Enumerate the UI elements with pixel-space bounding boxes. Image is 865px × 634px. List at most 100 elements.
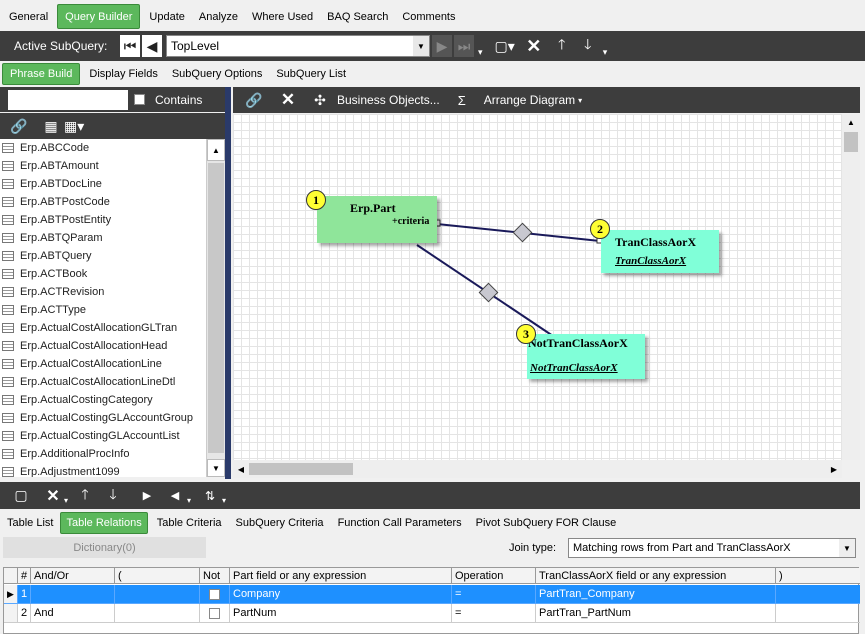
chevron-down-icon[interactable]: ▾ bbox=[222, 496, 226, 505]
cell-open-paren[interactable] bbox=[115, 585, 200, 604]
cell-operation[interactable]: = bbox=[452, 585, 536, 604]
list-item[interactable]: Erp.ACTBook bbox=[0, 265, 206, 283]
list-item[interactable]: Erp.ABTDocLine bbox=[0, 175, 206, 193]
tab-where-used[interactable]: Where Used bbox=[245, 4, 320, 29]
list-item[interactable]: Erp.ActualCostAllocationHead bbox=[0, 337, 206, 355]
link-tables-icon[interactable]: 🔗 bbox=[245, 88, 263, 112]
indent-left-icon[interactable]: ◀ bbox=[166, 484, 184, 508]
list-item[interactable]: Erp.Adjustment1099 bbox=[0, 463, 206, 477]
new-subquery-icon[interactable]: ▢▾ bbox=[495, 34, 515, 58]
tab-display-fields[interactable]: Display Fields bbox=[82, 63, 164, 85]
delete-relation-icon[interactable]: ✕ bbox=[44, 484, 62, 508]
toolbar-overflow-icon-2[interactable]: ▾ bbox=[603, 47, 608, 58]
tab-analyze[interactable]: Analyze bbox=[192, 4, 245, 29]
arrange-diagram-button[interactable]: Arrange Diagram bbox=[484, 93, 575, 107]
tab-subquery-list[interactable]: SubQuery List bbox=[269, 63, 353, 85]
list-item[interactable]: Erp.ActualCostAllocationGLTran bbox=[0, 319, 206, 337]
column-header-and-or[interactable]: And/Or bbox=[31, 568, 115, 584]
dictionary-button[interactable]: Dictionary(0) bbox=[3, 537, 206, 558]
not-checkbox[interactable] bbox=[209, 588, 220, 600]
list-item[interactable]: Erp.ABTPostCode bbox=[0, 193, 206, 211]
scroll-thumb[interactable] bbox=[844, 132, 858, 152]
chevron-down-icon[interactable]: ▾ bbox=[187, 496, 191, 505]
cell-and-or[interactable]: And bbox=[31, 604, 115, 623]
cell-target-field[interactable]: PartTran_PartNum bbox=[536, 604, 776, 623]
tab-subquery-criteria[interactable]: SubQuery Criteria bbox=[229, 512, 331, 534]
move-up-icon[interactable]: 🡑 bbox=[553, 34, 571, 58]
column-header-num[interactable]: # bbox=[18, 568, 31, 584]
subquery-select[interactable]: TopLevel ▼ bbox=[166, 35, 430, 57]
tab-comments[interactable]: Comments bbox=[395, 4, 462, 29]
cell-target-field[interactable]: PartTran_Company bbox=[536, 585, 776, 604]
scroll-thumb[interactable] bbox=[208, 163, 224, 453]
list-item[interactable]: Erp.ActualCostAllocationLineDtl bbox=[0, 373, 206, 391]
list-item[interactable]: Erp.ActualCostAllocationLine bbox=[0, 355, 206, 373]
not-checkbox[interactable] bbox=[209, 607, 220, 619]
move-up-icon[interactable]: 🡑 bbox=[76, 484, 94, 508]
list-item[interactable]: Erp.ABTAmount bbox=[0, 157, 206, 175]
column-header-operation[interactable]: Operation bbox=[452, 568, 536, 584]
list-item[interactable]: Erp.ActualCostingCategory bbox=[0, 391, 206, 409]
contains-checkbox[interactable] bbox=[134, 94, 145, 105]
tab-update[interactable]: Update bbox=[142, 4, 191, 29]
toolbar-overflow-icon[interactable]: ▾ bbox=[478, 47, 483, 58]
list-item[interactable]: Erp.ACTRevision bbox=[0, 283, 206, 301]
tab-table-relations[interactable]: Table Relations bbox=[60, 512, 148, 534]
cell-not[interactable] bbox=[200, 604, 230, 623]
sort-icon[interactable]: ⇅ bbox=[201, 484, 219, 508]
tab-phrase-build[interactable]: Phrase Build bbox=[2, 63, 81, 85]
tab-table-list[interactable]: Table List bbox=[2, 512, 58, 534]
cell-open-paren[interactable] bbox=[115, 604, 200, 623]
cell-and-or[interactable] bbox=[31, 585, 115, 604]
relation-diamond-1[interactable] bbox=[512, 222, 533, 243]
node-tranclassaorx[interactable]: TranClassAorX TranClassAorX bbox=[601, 230, 719, 273]
list-item[interactable]: Erp.ACTType bbox=[0, 301, 206, 319]
diagram-canvas[interactable]: Erp.Part +criteria 1 TranClassAorX TranC… bbox=[233, 114, 842, 460]
list-item[interactable]: Erp.ActualCostingGLAccountGroup bbox=[0, 409, 206, 427]
scroll-down-icon[interactable]: ▼ bbox=[207, 459, 225, 477]
tab-pivot-subquery[interactable]: Pivot SubQuery FOR Clause bbox=[469, 512, 624, 534]
diagram-vscrollbar[interactable]: ▲ bbox=[842, 114, 860, 460]
sigma-icon[interactable]: Σ bbox=[458, 93, 466, 108]
column-header-not[interactable]: Not bbox=[200, 568, 230, 584]
cell-part-field[interactable]: PartNum bbox=[230, 604, 452, 623]
scroll-up-icon[interactable]: ▲ bbox=[207, 139, 225, 161]
cell-close-paren[interactable] bbox=[776, 604, 860, 623]
tab-table-criteria[interactable]: Table Criteria bbox=[150, 512, 229, 534]
cell-part-field[interactable]: Company bbox=[230, 585, 452, 604]
node-erp-part[interactable]: Erp.Part +criteria bbox=[317, 196, 437, 243]
next-subquery-button[interactable]: ▶ bbox=[432, 35, 452, 57]
remove-table-icon[interactable]: ✕ bbox=[279, 88, 297, 112]
business-objects-button[interactable]: Business Objects... bbox=[337, 93, 440, 107]
link-icon[interactable]: 🔗 bbox=[10, 114, 28, 138]
scroll-thumb[interactable] bbox=[249, 463, 353, 475]
chevron-down-icon[interactable]: ▾ bbox=[64, 496, 68, 505]
list-item[interactable]: Erp.ABTPostEntity bbox=[0, 211, 206, 229]
list-item[interactable]: Erp.ActualCostingGLAccountList bbox=[0, 427, 206, 445]
table-list-scrollbar[interactable]: ▲ ▼ bbox=[207, 139, 225, 477]
scroll-right-icon[interactable]: ▶ bbox=[826, 460, 842, 478]
scroll-up-icon[interactable]: ▲ bbox=[842, 114, 860, 130]
table-add-icon[interactable]: ▦▾ bbox=[64, 114, 84, 138]
first-subquery-button[interactable]: ⏮ bbox=[120, 35, 140, 57]
cell-operation[interactable]: = bbox=[452, 604, 536, 623]
table-icon[interactable]: ▦ bbox=[42, 114, 60, 138]
tab-function-call-parameters[interactable]: Function Call Parameters bbox=[331, 512, 469, 534]
relation-diamond-2[interactable] bbox=[478, 282, 499, 303]
list-item[interactable]: Erp.AdditionalProcInfo bbox=[0, 445, 206, 463]
tab-query-builder[interactable]: Query Builder bbox=[57, 4, 141, 29]
column-header-open-paren[interactable]: ( bbox=[115, 568, 200, 584]
list-item[interactable]: Erp.ABTQuery bbox=[0, 247, 206, 265]
join-type-select[interactable]: Matching rows from Part and TranClassAor… bbox=[568, 538, 856, 558]
list-item[interactable]: Erp.ABCCode bbox=[0, 139, 206, 157]
cell-not[interactable] bbox=[200, 585, 230, 604]
delete-subquery-icon[interactable]: ✕ bbox=[525, 34, 543, 58]
node-nottranclassaorx[interactable]: NotTranClassAorX NotTranClassAorX bbox=[527, 334, 645, 379]
chevron-down-icon[interactable]: ▾ bbox=[578, 96, 582, 105]
business-objects-icon[interactable]: ✣ bbox=[311, 88, 329, 112]
tab-baq-search[interactable]: BAQ Search bbox=[320, 4, 395, 29]
column-header-close-paren[interactable]: ) bbox=[776, 568, 860, 584]
tab-general[interactable]: General bbox=[2, 4, 55, 29]
cell-close-paren[interactable] bbox=[776, 585, 860, 604]
splitter[interactable] bbox=[225, 87, 231, 479]
